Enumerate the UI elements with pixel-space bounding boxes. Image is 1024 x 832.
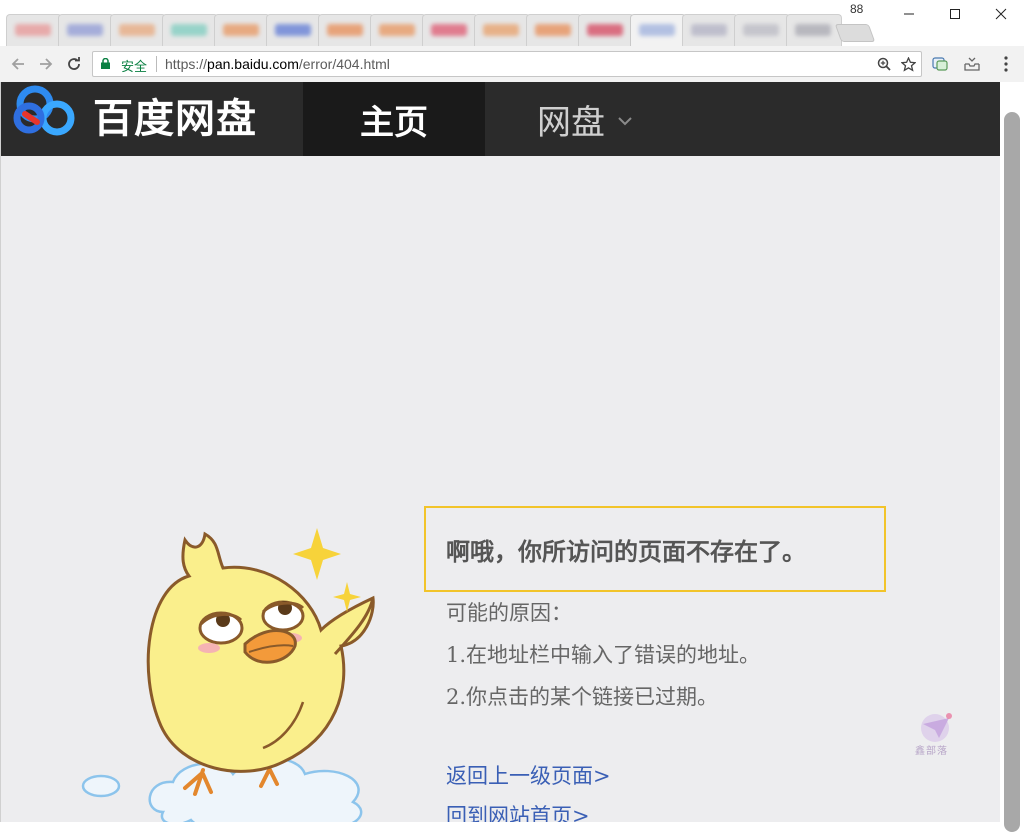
confused-chick-illustration <box>81 528 375 822</box>
browser-tab[interactable] <box>682 14 738 47</box>
extension-button[interactable] <box>930 54 950 74</box>
chevron-down-icon <box>618 117 632 126</box>
more-vert-icon <box>1004 56 1008 72</box>
error-reasons: 可能的原因： 1.在地址栏中输入了错误的地址。 2.你点击的某个链接已过期。 <box>446 592 760 718</box>
browser-tab[interactable] <box>318 14 374 47</box>
reload-icon <box>68 57 80 70</box>
reason-item: 2.你点击的某个链接已过期。 <box>446 685 719 709</box>
tab-strip: 88 <box>0 0 1024 47</box>
page-viewport: 百度网盘 主页 网盘 啊哦，你所访问的页面不存在了。 可能的原因： 1.在地址栏… <box>0 82 1000 822</box>
tab-count: 88 <box>850 2 864 16</box>
browser-tab-active[interactable] <box>630 14 686 47</box>
extension-button[interactable] <box>962 54 982 74</box>
address-bar[interactable]: 安全 https://pan.baidu.com/error/404.html <box>92 51 922 77</box>
back-to-home-link[interactable]: 回到网站首页> <box>446 796 611 822</box>
browser-toolbar: 安全 https://pan.baidu.com/error/404.html <box>0 46 1024 83</box>
secure-label: 安全 <box>121 59 148 74</box>
reason-item: 1.在地址栏中输入了错误的地址。 <box>446 643 761 667</box>
extension-inbox-icon <box>964 57 980 71</box>
browser-tab[interactable] <box>734 14 790 47</box>
menu-button[interactable] <box>996 54 1016 74</box>
url-scheme: https:// <box>165 56 208 72</box>
browser-tab[interactable] <box>786 14 842 47</box>
browser-tab[interactable] <box>474 14 530 47</box>
maximize-icon <box>950 9 960 19</box>
omnibox-separator <box>156 56 157 72</box>
error-message-box: 啊哦，你所访问的页面不存在了。 <box>424 506 886 592</box>
bookmark-button[interactable] <box>899 55 917 73</box>
reasons-heading: 可能的原因： <box>446 601 572 625</box>
scrollbar-thumb[interactable] <box>1004 112 1020 832</box>
browser-tab[interactable] <box>214 14 270 47</box>
browser-tab[interactable] <box>6 14 62 47</box>
browser-tab[interactable] <box>526 14 582 47</box>
nav-home-label: 主页 <box>360 102 428 143</box>
back-to-previous-link[interactable]: 返回上一级页面> <box>446 756 611 796</box>
minimize-button[interactable] <box>886 0 932 28</box>
forward-button[interactable] <box>34 52 58 76</box>
browser-tab[interactable] <box>266 14 322 47</box>
site-header: 百度网盘 主页 网盘 <box>1 82 1000 156</box>
star-icon <box>900 56 916 72</box>
reload-button[interactable] <box>62 52 86 76</box>
url-host: pan.baidu.com <box>207 56 299 72</box>
browser-tab[interactable] <box>162 14 218 47</box>
error-links: 返回上一级页面> 回到网站首页> <box>446 756 611 822</box>
site-logo-text[interactable]: 百度网盘 <box>93 86 257 144</box>
nav-disk-label: 网盘 <box>537 102 605 143</box>
maximize-button[interactable] <box>932 0 978 28</box>
browser-tab[interactable] <box>578 14 634 47</box>
browser-tab[interactable] <box>110 14 166 47</box>
zoom-in-icon <box>877 57 891 71</box>
back-button[interactable] <box>6 52 30 76</box>
extension-translate-icon <box>932 57 948 71</box>
watermark-text: 鑫部落 <box>915 746 948 757</box>
lock-icon <box>101 58 110 69</box>
url-text[interactable]: https://pan.baidu.com/error/404.html <box>165 56 390 72</box>
browser-tab[interactable] <box>422 14 478 47</box>
arrow-left-icon <box>11 58 24 70</box>
arrow-right-icon <box>40 58 53 70</box>
error-title: 啊哦，你所访问的页面不存在了。 <box>446 537 806 566</box>
browser-tab[interactable] <box>58 14 114 47</box>
close-button[interactable] <box>978 0 1024 28</box>
minimize-icon <box>904 13 914 15</box>
browser-chrome: 88 安全 https://pan.baidu.com/error/404.ht… <box>0 0 1024 83</box>
baidu-pan-logo-icon[interactable] <box>11 84 83 136</box>
zoom-button[interactable] <box>875 55 893 73</box>
url-path: /error/404.html <box>298 56 390 72</box>
close-icon <box>995 8 1007 20</box>
page-scrollbar[interactable] <box>1000 82 1024 832</box>
nav-disk[interactable]: 网盘 <box>485 82 685 156</box>
browser-tab[interactable] <box>370 14 426 47</box>
nav-home[interactable]: 主页 <box>303 82 485 156</box>
new-tab-button[interactable] <box>834 24 876 42</box>
